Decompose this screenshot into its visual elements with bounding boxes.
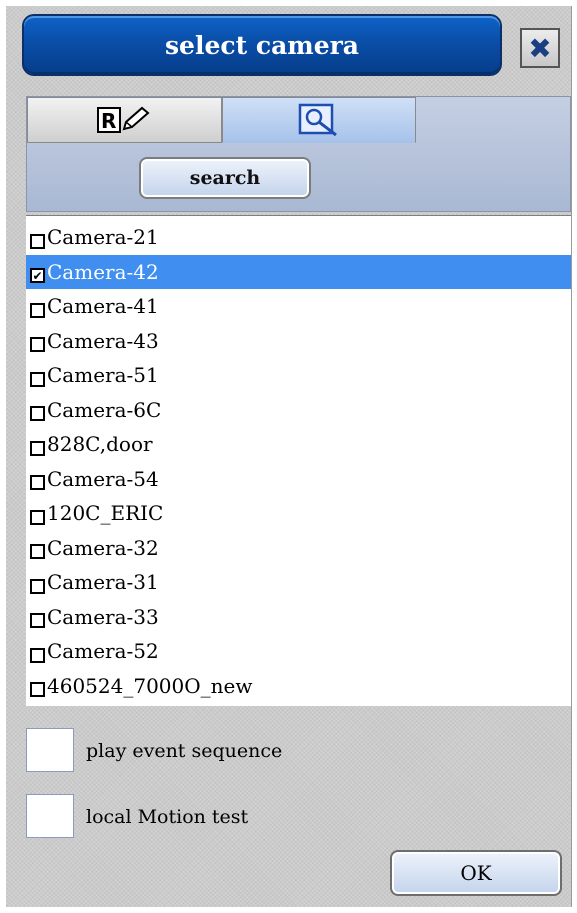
play-event-sequence-label: play event sequence (86, 740, 283, 762)
camera-checkbox[interactable] (30, 302, 45, 318)
camera-list-item[interactable]: ✔ Camera-42 (26, 254, 571, 289)
camera-name: Camera-52 (47, 639, 159, 663)
camera-checkbox[interactable] (30, 509, 45, 525)
camera-list-item[interactable]: Camera-31 (26, 565, 571, 599)
camera-checkbox[interactable] (30, 613, 45, 628)
camera-name: Camera-33 (47, 604, 159, 629)
dialog-title: select camera (164, 30, 359, 60)
camera-checkbox[interactable] (30, 682, 45, 697)
tab-remote[interactable]: R (27, 97, 222, 143)
camera-checkbox[interactable] (30, 578, 45, 594)
camera-name: Camera-42 (47, 259, 159, 284)
camera-list-item[interactable]: Camera-52 (26, 634, 571, 668)
camera-list-item[interactable]: Camera-51 (26, 358, 571, 392)
magnifier-search-icon (296, 103, 342, 137)
camera-list-item[interactable]: 828C,door (26, 427, 571, 461)
camera-name: 120C_ERIC (47, 501, 164, 525)
camera-checkbox[interactable] (30, 233, 45, 249)
camera-name: Camera-43 (47, 328, 159, 353)
tab-panel: R search (26, 96, 571, 212)
camera-name: Camera-54 (47, 466, 159, 491)
play-event-sequence-checkbox[interactable] (26, 728, 74, 772)
camera-list-item[interactable]: Camera-21 (26, 220, 571, 254)
camera-name: Camera-31 (47, 570, 159, 594)
camera-checkbox[interactable] (30, 440, 45, 456)
camera-checkbox[interactable] (30, 647, 45, 663)
search-button[interactable]: search (139, 157, 311, 199)
camera-name: Camera-41 (47, 294, 159, 318)
camera-list: Camera-21 ✔ Camera-42 Camera-41 Camera-43 Cam… (26, 215, 571, 706)
camera-list-item[interactable]: Camera-6C (26, 393, 571, 427)
camera-list-item[interactable]: 460524_7000O_new (26, 669, 571, 703)
svg-text:R: R (101, 109, 116, 133)
tab-search[interactable] (222, 97, 416, 143)
dialog-title-bar: select camera (24, 16, 500, 74)
close-button[interactable]: ✖ (520, 28, 560, 68)
camera-list-item[interactable]: Camera-41 (26, 289, 571, 323)
camera-list-item[interactable]: Camera-33 (26, 600, 571, 634)
camera-checkbox[interactable] (30, 475, 45, 490)
camera-checkbox[interactable] (30, 337, 45, 352)
ok-button-label: OK (460, 861, 492, 885)
camera-name: Camera-21 (47, 225, 159, 249)
camera-list-item[interactable]: Camera-54 (26, 462, 571, 496)
search-button-label: search (189, 167, 261, 189)
local-motion-test-checkbox[interactable] (26, 794, 74, 838)
camera-list-item[interactable]: Camera-43 (26, 324, 571, 358)
camera-list-item[interactable]: Camera-32 (26, 531, 571, 565)
camera-checkbox[interactable] (30, 371, 45, 387)
camera-list-item[interactable]: 120C_ERIC (26, 496, 571, 530)
camera-name: 460524_7000O_new (47, 673, 253, 698)
ok-button[interactable]: OK (390, 850, 562, 896)
camera-name: 828C,door (47, 432, 153, 456)
camera-name: Camera-6C (47, 397, 162, 422)
camera-checkbox[interactable]: ✔ (30, 268, 45, 283)
camera-name: Camera-51 (47, 363, 159, 387)
camera-checkbox[interactable] (30, 544, 45, 559)
camera-checkbox[interactable] (30, 406, 45, 421)
close-icon: ✖ (528, 31, 552, 65)
local-motion-test-label: local Motion test (86, 806, 249, 828)
camera-name: Camera-32 (47, 535, 159, 560)
remote-edit-icon: R (96, 105, 154, 135)
